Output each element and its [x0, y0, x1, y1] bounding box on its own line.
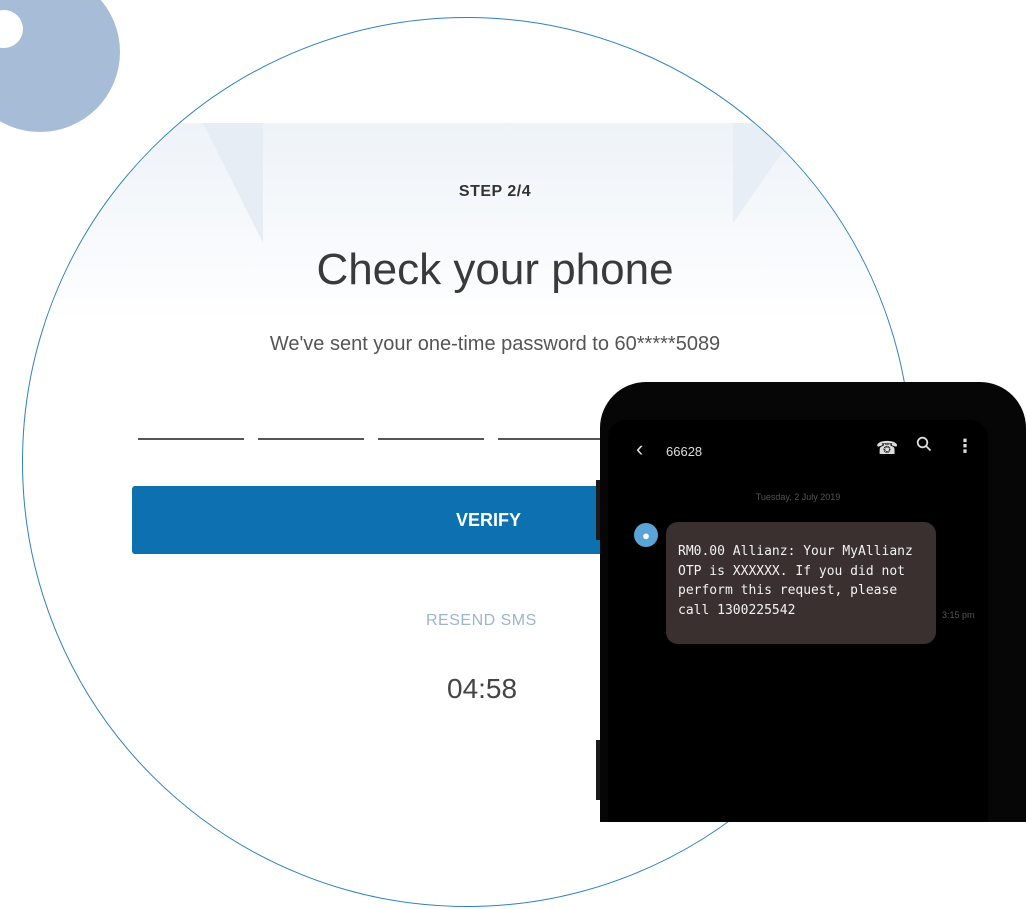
- avatar-icon: ●: [634, 523, 658, 547]
- background-shape: [733, 123, 803, 223]
- step-indicator: STEP 2/4: [458, 183, 532, 200]
- resend-sms-link[interactable]: RESEND SMS: [426, 612, 537, 630]
- verify-button-label: VERIFY: [456, 510, 522, 530]
- call-icon[interactable]: ☎: [876, 438, 898, 459]
- sms-sender: 66628: [666, 444, 703, 459]
- sms-time: 3:15 pm: [942, 610, 975, 620]
- decorative-step-number: [0, 0, 120, 132]
- otp-digit-field[interactable]: [378, 438, 484, 440]
- otp-digit-field[interactable]: [138, 438, 244, 440]
- sms-toolbar: ‹ 66628 ☎ ⋮: [608, 430, 988, 474]
- more-icon[interactable]: ⋮: [956, 436, 974, 457]
- sms-date: Tuesday, 2 July 2019: [755, 492, 841, 502]
- search-icon[interactable]: [916, 436, 932, 457]
- sms-message-bubble: RM0.00 Allianz: Your MyAllianz OTP is XX…: [666, 522, 936, 644]
- countdown-timer: 04:58: [447, 673, 518, 704]
- page-title: Check your phone: [316, 245, 674, 294]
- phone-mockup: ‹ 66628 ☎ ⋮ Tuesday, 2 July 2019 ● RM0.0…: [600, 382, 1026, 822]
- otp-digit-field[interactable]: [498, 438, 604, 440]
- otp-digit-field[interactable]: [258, 438, 364, 440]
- page-subtitle: We've sent your one-time password to 60*…: [269, 333, 721, 355]
- decorative-step-number-hole: [0, 10, 23, 48]
- phone-screen: ‹ 66628 ☎ ⋮ Tuesday, 2 July 2019 ● RM0.0…: [608, 420, 988, 822]
- back-icon[interactable]: ‹: [636, 436, 643, 462]
